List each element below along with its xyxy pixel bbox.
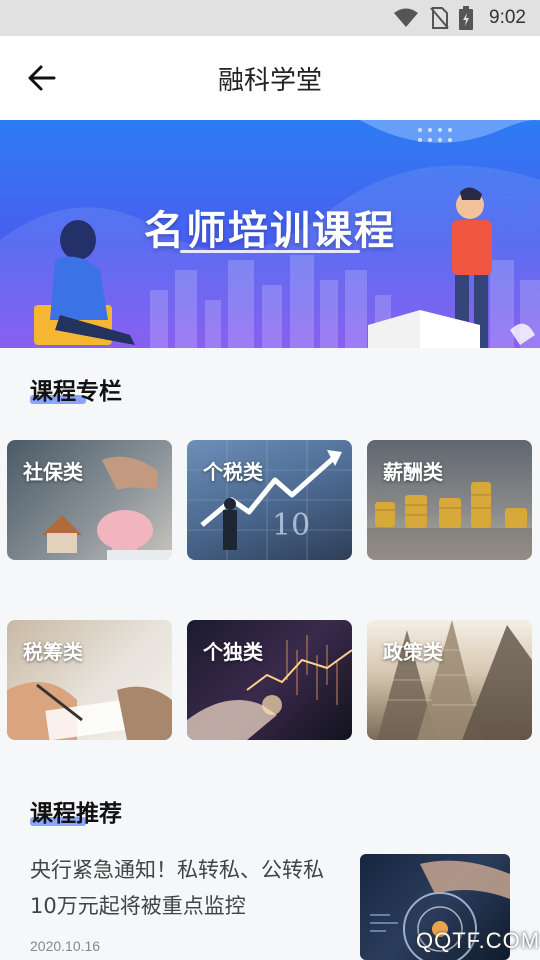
article-date: 2020.10.16 xyxy=(30,938,101,954)
battery-icon xyxy=(459,6,474,30)
category-tile-salary[interactable]: 薪酬类 xyxy=(367,440,532,560)
watermark: QQTF.COM xyxy=(416,928,540,953)
app-bar: 融科学堂 xyxy=(0,36,540,120)
status-icons: 9:02 xyxy=(393,6,526,30)
article-title: 央行紧急通知！私转私、公转私10万元起将被重点监控 xyxy=(30,858,324,918)
tile-label: 个独类 xyxy=(203,640,263,664)
section-title-columns: 课程专栏 xyxy=(30,379,122,405)
category-tile-sole-proprietor[interactable]: 个独类 xyxy=(187,620,352,740)
tile-label: 社保类 xyxy=(23,460,83,484)
tile-label: 税筹类 xyxy=(23,640,83,664)
banner-underline xyxy=(180,250,360,253)
page-title: 融科学堂 xyxy=(217,66,322,96)
tile-label: 个税类 xyxy=(203,460,263,484)
category-tile-policy[interactable]: 政策类 xyxy=(367,620,532,740)
status-time: 9:02 xyxy=(489,7,526,28)
promo-banner[interactable]: 名师培训课程 xyxy=(0,120,540,348)
section-title-recommend: 课程推荐 xyxy=(30,801,122,827)
status-bar: 9:02 xyxy=(0,0,540,36)
svg-text:10: 10 xyxy=(272,508,310,543)
banner-headline: 名师培训课程 xyxy=(144,208,396,254)
wifi-icon xyxy=(394,8,419,27)
category-tile-social-security[interactable]: 社保类 xyxy=(7,440,172,560)
no-sim-icon xyxy=(430,7,449,29)
category-tile-tax-planning[interactable]: 税筹类 xyxy=(7,620,172,740)
category-tile-income-tax[interactable]: 10 个税类 xyxy=(187,440,352,560)
tile-label: 政策类 xyxy=(383,640,443,664)
tile-label: 薪酬类 xyxy=(383,460,443,484)
